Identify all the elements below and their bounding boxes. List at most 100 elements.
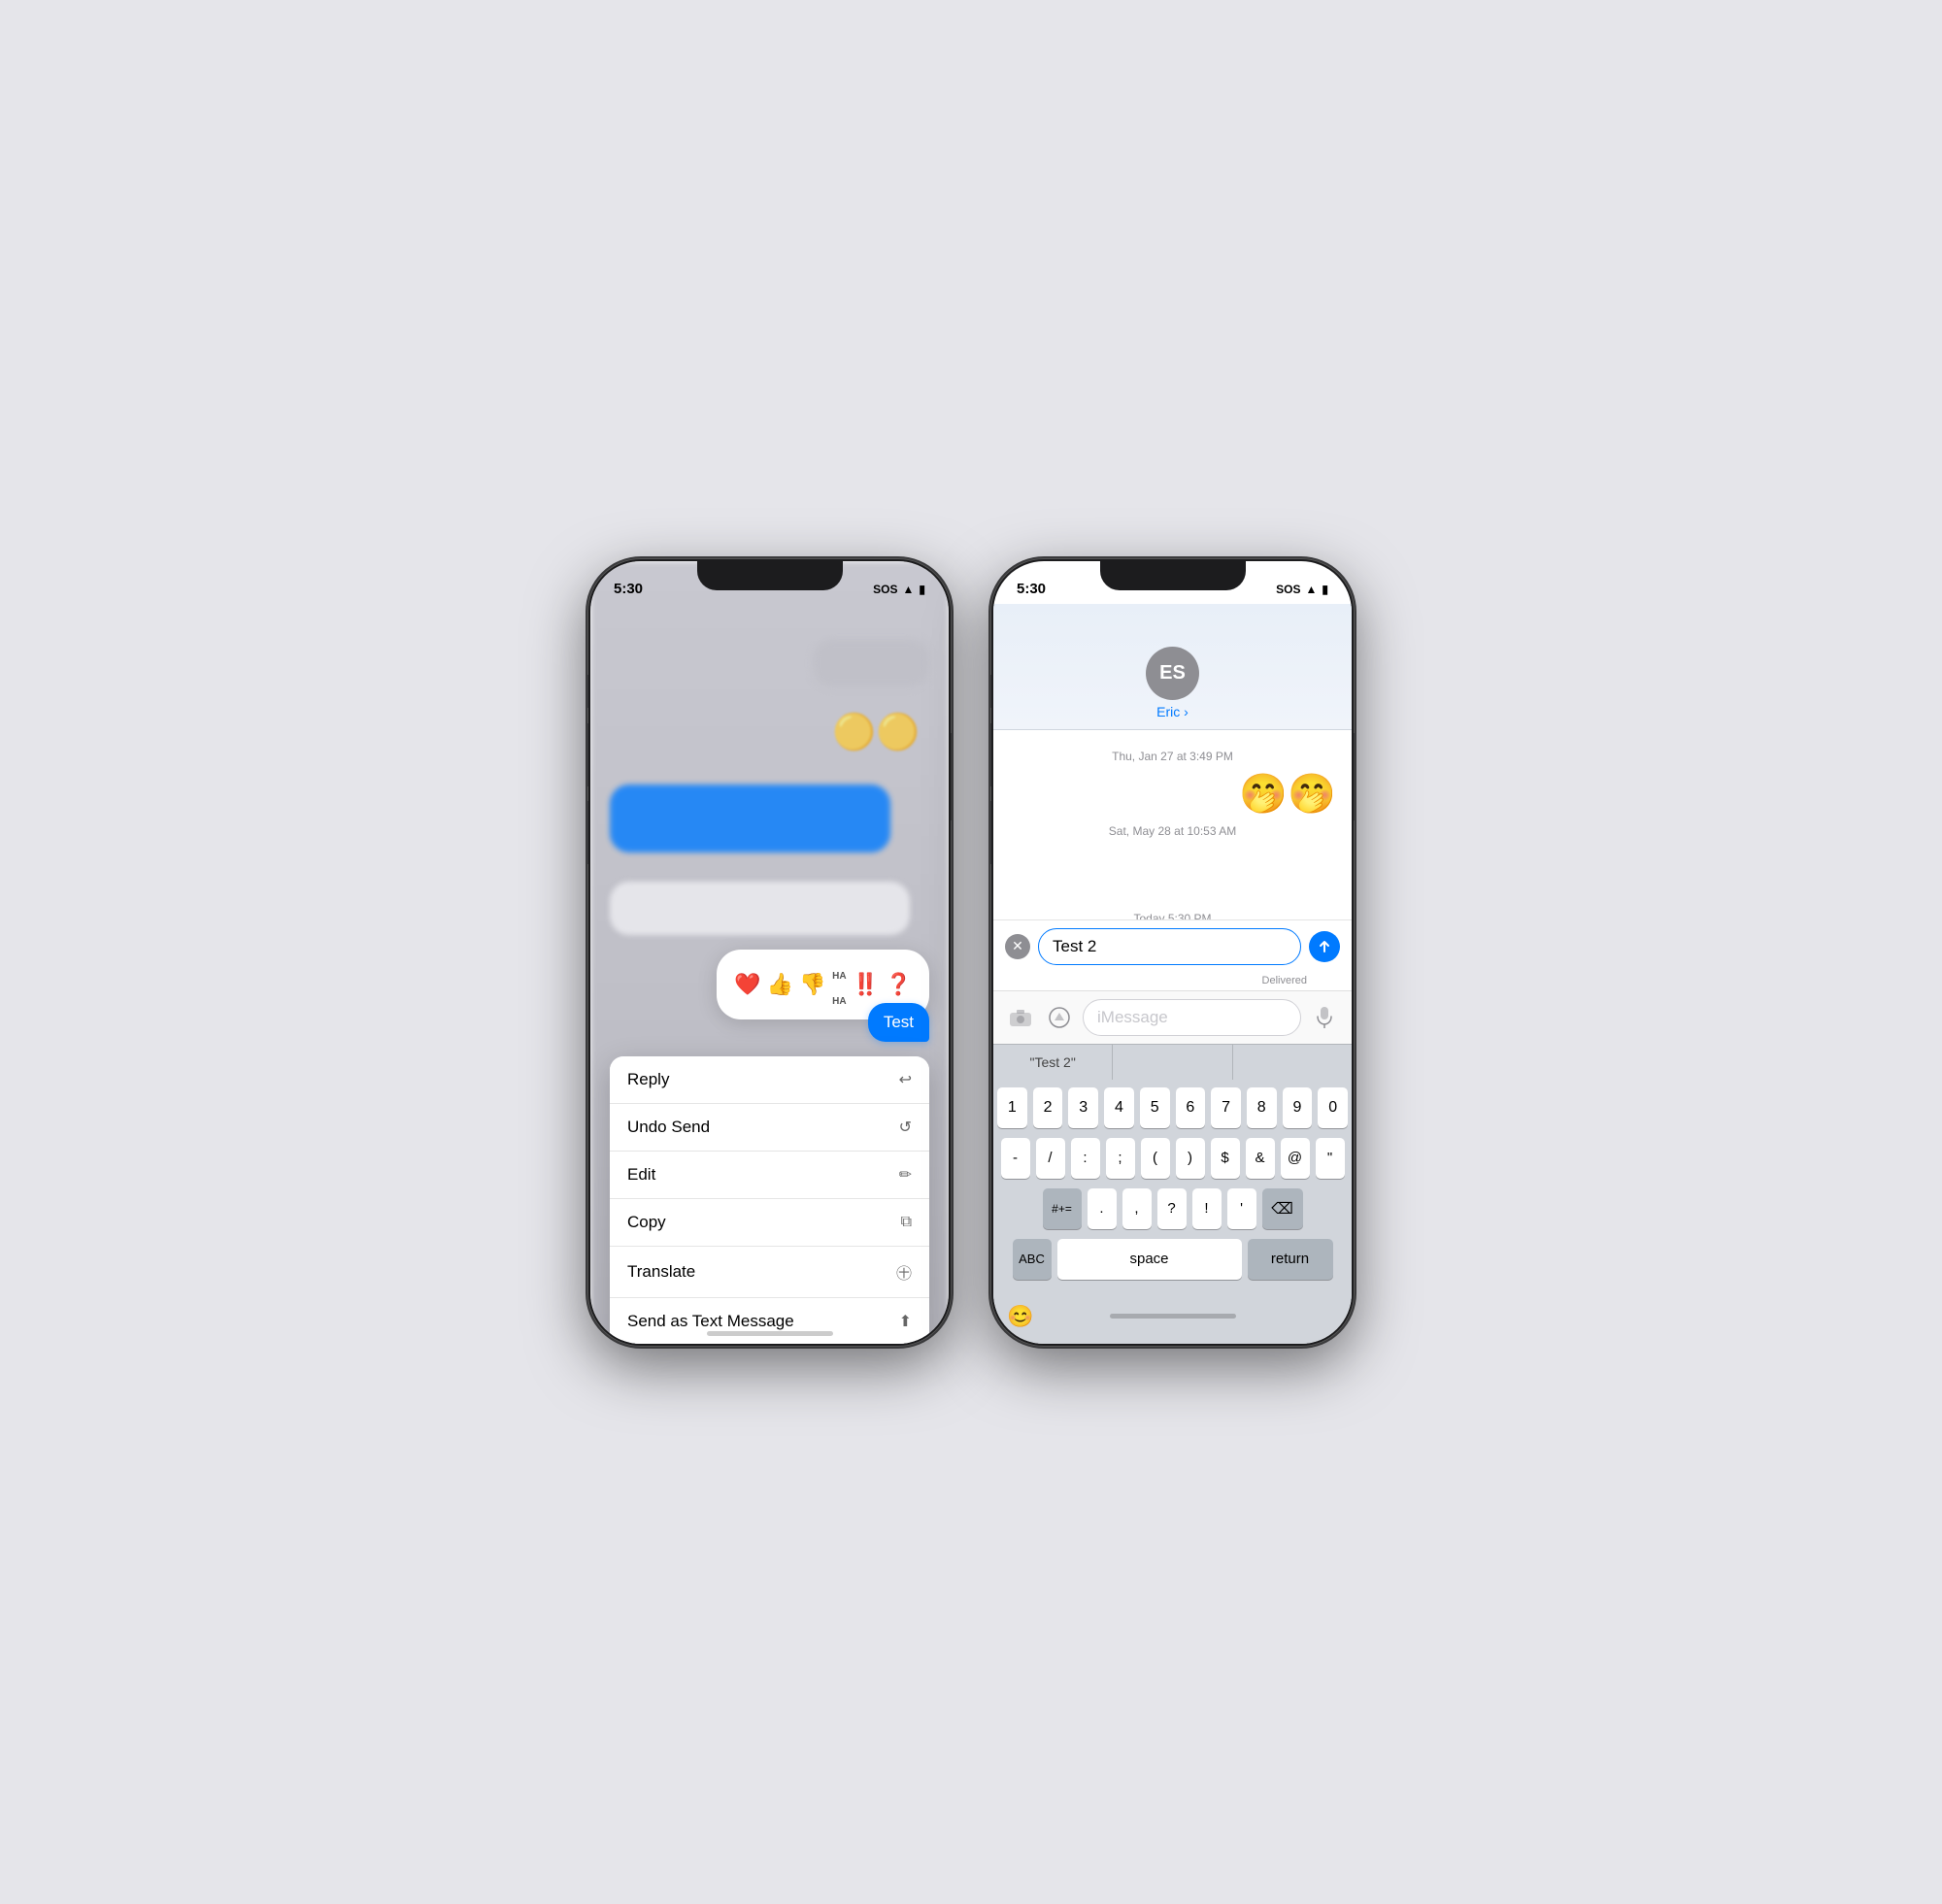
mic-icon (1317, 1007, 1332, 1028)
undosend-icon: ↺ (899, 1118, 912, 1137)
reaction-haha[interactable]: HAHA (832, 959, 846, 1010)
home-indicator-left (707, 1331, 833, 1336)
key-abc[interactable]: ABC (1013, 1239, 1052, 1280)
send-icon (1318, 940, 1331, 953)
autocomplete-2[interactable] (1113, 1045, 1232, 1080)
volume-down-button-right[interactable] (990, 801, 991, 864)
mute-button[interactable] (587, 675, 588, 708)
messages-area: Thu, Jan 27 at 3:49 PM 🤭🤭 Sat, May 28 at… (993, 730, 1352, 919)
key-ampersand[interactable]: & (1246, 1138, 1275, 1179)
autocomplete-3[interactable] (1233, 1045, 1352, 1080)
key-3[interactable]: 3 (1068, 1087, 1098, 1128)
autocomplete-quoted[interactable]: "Test 2" (993, 1045, 1113, 1080)
translate-icon: ㊉ (896, 1260, 912, 1284)
autocomplete-bar[interactable]: "Test 2" (993, 1044, 1352, 1080)
key-5[interactable]: 5 (1140, 1087, 1170, 1128)
power-button[interactable] (951, 733, 952, 820)
key-exclaim[interactable]: ! (1192, 1188, 1222, 1229)
emoji-button[interactable]: 😊 (1001, 1297, 1040, 1336)
imessage-input[interactable]: iMessage (1083, 999, 1301, 1036)
key-8[interactable]: 8 (1247, 1087, 1277, 1128)
key-0[interactable]: 0 (1318, 1087, 1348, 1128)
sos-label-right: SOS (1276, 583, 1300, 596)
key-minus[interactable]: - (1001, 1138, 1030, 1179)
key-question[interactable]: ? (1157, 1188, 1187, 1229)
key-slash[interactable]: / (1036, 1138, 1065, 1179)
key-1[interactable]: 1 (997, 1087, 1027, 1128)
key-space[interactable]: space (1057, 1239, 1242, 1280)
mic-button[interactable] (1309, 1002, 1340, 1033)
contact-name[interactable]: Eric (1156, 704, 1189, 719)
key-dollar[interactable]: $ (1211, 1138, 1240, 1179)
key-semicolon[interactable]: ; (1106, 1138, 1135, 1179)
sendtext-icon: ⬆ (899, 1312, 912, 1331)
home-indicator-right (1110, 1314, 1236, 1319)
input-bar: iMessage (993, 990, 1352, 1044)
keyboard-row-bottom: ABC space return (997, 1239, 1348, 1280)
reaction-exclaim[interactable]: ‼️ (853, 972, 879, 997)
messages-header: ES Eric (993, 604, 1352, 730)
appstore-button[interactable] (1044, 1002, 1075, 1033)
status-time-left: 5:30 (614, 581, 643, 597)
key-7[interactable]: 7 (1211, 1087, 1241, 1128)
key-2[interactable]: 2 (1033, 1087, 1063, 1128)
menu-item-edit[interactable]: Edit ✏ (610, 1152, 929, 1199)
camera-icon (1010, 1009, 1031, 1026)
edit-input[interactable] (1038, 928, 1301, 965)
menu-sendtext-label: Send as Text Message (627, 1312, 794, 1331)
key-4[interactable]: 4 (1104, 1087, 1134, 1128)
menu-reply-label: Reply (627, 1070, 669, 1089)
key-colon[interactable]: : (1071, 1138, 1100, 1179)
camera-button[interactable] (1005, 1002, 1036, 1033)
messages-background: 🟡🟡 ❤️ 👍 👎 HAHA ‼️ ❓ Test Rep (590, 561, 949, 1344)
key-6[interactable]: 6 (1176, 1087, 1206, 1128)
key-period[interactable]: . (1088, 1188, 1117, 1229)
close-edit-button[interactable]: ✕ (1005, 934, 1030, 959)
status-icons-left: SOS ▲ ▮ (873, 583, 925, 596)
keyboard-row-misc: #+= . , ? ! ' ⌫ (997, 1188, 1348, 1229)
key-backspace[interactable]: ⌫ (1262, 1188, 1303, 1229)
reaction-heart[interactable]: ❤️ (734, 972, 760, 997)
menu-item-sendtext[interactable]: Send as Text Message ⬆ (610, 1298, 929, 1344)
test-bubble: Test (868, 1003, 929, 1042)
menu-item-translate[interactable]: Translate ㊉ (610, 1247, 929, 1298)
key-comma[interactable]: , (1122, 1188, 1152, 1229)
edit-area: ✕ (993, 919, 1352, 973)
keyboard: 1 2 3 4 5 6 7 8 9 0 - / : ; ( (993, 1080, 1352, 1293)
context-menu: Reply ↩ Undo Send ↺ Edit ✏ Copy ⧉ Transl… (610, 1056, 929, 1344)
keyboard-row-numbers: 1 2 3 4 5 6 7 8 9 0 (997, 1087, 1348, 1128)
key-rparen[interactable]: ) (1176, 1138, 1205, 1179)
apps-icon (1049, 1007, 1070, 1028)
copy-icon: ⧉ (901, 1214, 912, 1231)
menu-item-copy[interactable]: Copy ⧉ (610, 1199, 929, 1247)
key-at[interactable]: @ (1281, 1138, 1310, 1179)
date-label-3: Today 5:30 PM (1009, 912, 1336, 919)
wifi-icon: ▲ (903, 583, 915, 596)
spacer (1009, 846, 1336, 904)
emoji-messages: 🤭🤭 (1009, 771, 1336, 817)
reaction-question[interactable]: ❓ (886, 972, 912, 997)
contact-avatar[interactable]: ES (1146, 647, 1199, 700)
edit-icon: ✏ (899, 1165, 912, 1185)
key-return[interactable]: return (1248, 1239, 1333, 1280)
volume-up-button-right[interactable] (990, 723, 991, 786)
volume-down-button[interactable] (587, 801, 588, 864)
reaction-thumbup[interactable]: 👍 (767, 972, 793, 997)
reaction-thumbdown[interactable]: 👎 (799, 972, 825, 997)
blur-bubble-4 (610, 882, 910, 935)
key-apostrophe[interactable]: ' (1227, 1188, 1256, 1229)
send-button[interactable] (1309, 931, 1340, 962)
volume-up-button[interactable] (587, 723, 588, 786)
notch (697, 561, 843, 590)
power-button-right[interactable] (1354, 733, 1355, 820)
menu-item-reply[interactable]: Reply ↩ (610, 1056, 929, 1104)
key-lparen[interactable]: ( (1141, 1138, 1170, 1179)
mute-button-right[interactable] (990, 675, 991, 708)
menu-translate-label: Translate (627, 1262, 695, 1282)
key-hashtag[interactable]: #+= (1043, 1188, 1082, 1229)
battery-icon-right: ▮ (1322, 583, 1328, 596)
key-quote[interactable]: " (1316, 1138, 1345, 1179)
battery-icon: ▮ (919, 583, 925, 596)
key-9[interactable]: 9 (1283, 1087, 1313, 1128)
menu-item-undosend[interactable]: Undo Send ↺ (610, 1104, 929, 1152)
